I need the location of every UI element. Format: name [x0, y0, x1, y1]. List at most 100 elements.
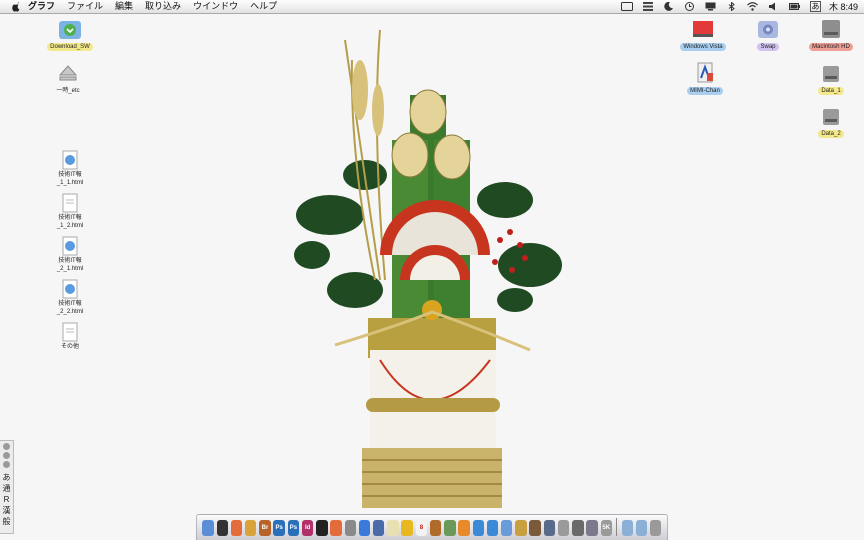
desktop-icon-label: Data_2 — [818, 130, 844, 138]
document-icon — [61, 193, 79, 213]
desktop-icon-download-sw[interactable]: Download_SW — [35, 16, 105, 51]
download-icon[interactable] — [486, 520, 499, 536]
photoshop-icon[interactable]: Ps — [273, 520, 285, 536]
desktop-icon-label: Data_1 — [818, 87, 844, 95]
download-folder-icon — [57, 16, 83, 42]
battery-icon[interactable] — [789, 2, 801, 11]
vlc-icon[interactable] — [458, 520, 470, 536]
moon-icon[interactable] — [663, 2, 675, 11]
input-mode-hiragana[interactable]: あ — [3, 472, 11, 483]
desktop-icon-data-2[interactable]: Data_2 — [796, 103, 864, 138]
apple-menu-icon[interactable] — [10, 1, 22, 12]
counter-icon[interactable]: 5K — [600, 520, 612, 536]
close-icon[interactable] — [3, 443, 10, 450]
safari-icon[interactable] — [245, 520, 257, 536]
folder-icon[interactable] — [621, 520, 633, 536]
input-palette: あ 通 R 漢 般 — [0, 440, 14, 534]
star-icon[interactable] — [401, 520, 413, 536]
display-icon[interactable] — [620, 2, 633, 11]
finder-icon[interactable] — [202, 520, 214, 536]
menu-bar: グラフ ファイル 編集 取り込み ウインドウ ヘルプ あ 木 8:49 — [0, 0, 864, 14]
screen-mirror-icon[interactable] — [705, 2, 717, 11]
desktop-icon-label: 一時_etc — [56, 88, 80, 94]
ical-icon[interactable] — [330, 520, 342, 536]
wifi-icon[interactable] — [747, 2, 759, 11]
document-icon — [61, 322, 79, 342]
input-mode-kanji[interactable]: 漢 — [3, 505, 11, 516]
dashboard-icon[interactable] — [216, 520, 229, 536]
input-mode-roman[interactable]: R — [4, 494, 10, 505]
desktop-icon-swap[interactable]: Swap — [733, 16, 803, 51]
desktop-icon-label: その他 — [60, 344, 79, 350]
calendar-icon[interactable]: 8 — [415, 520, 428, 536]
input-mode-conversion[interactable]: 通 — [3, 483, 11, 494]
menu-clock[interactable]: 木 8:49 — [829, 0, 858, 13]
desktop-icon-label: Swap — [757, 43, 779, 51]
address-book-icon[interactable] — [429, 520, 442, 536]
desktop-icon-label: Macintosh HD — [809, 43, 853, 51]
desktop-icon-label: 技術IT報 _1_2.html — [56, 215, 84, 229]
desktop-icon-macintosh-hd[interactable]: Macintosh HD — [796, 16, 864, 51]
menu-help[interactable]: ヘルプ — [250, 0, 277, 13]
preview-icon[interactable] — [515, 520, 527, 536]
menu-import[interactable]: 取り込み — [145, 0, 181, 13]
bridge-icon[interactable]: Br — [259, 520, 271, 536]
dock-separator — [616, 518, 618, 536]
documents-icon[interactable] — [635, 520, 648, 536]
notes-icon[interactable] — [387, 520, 399, 536]
external-drive-icon — [818, 60, 844, 86]
desktop-icon-mimi-chan[interactable]: MIMI-Chan — [670, 60, 740, 95]
desktop-icon-label: MIMI-Chan — [687, 87, 723, 95]
image-icon[interactable] — [444, 520, 456, 536]
input-mode-general[interactable]: 般 — [3, 516, 11, 527]
desktop-icon-windows-vista[interactable]: Windows Vista — [668, 16, 738, 51]
zoom-icon[interactable] — [3, 461, 10, 468]
external-drive-icon — [818, 103, 844, 129]
screenshot-icon[interactable] — [572, 520, 584, 536]
terminal-icon[interactable] — [316, 520, 328, 536]
desktop-icon-label: 技術IT報 _1_1.html — [56, 172, 84, 186]
network-icon[interactable] — [472, 520, 484, 536]
desktop-file-html-3[interactable]: 技術IT報 _2_1.html — [35, 236, 105, 273]
desktop-icon-label: Download_SW — [47, 43, 93, 51]
grid-status-icon[interactable] — [642, 2, 654, 11]
hard-drive-icon — [818, 16, 844, 42]
minimize-icon[interactable] — [3, 452, 10, 459]
itunes-icon[interactable] — [500, 520, 513, 536]
trash-icon[interactable] — [649, 520, 662, 536]
browser-icon[interactable] — [358, 520, 371, 536]
desktop-icon-data-1[interactable]: Data_1 — [796, 60, 864, 95]
monitor-icon[interactable] — [586, 520, 598, 536]
desktop-file-html-4[interactable]: 技術IT報 _2_2.html — [35, 279, 105, 316]
safari-document-icon — [61, 150, 79, 170]
volume-icon[interactable] — [768, 2, 780, 11]
desktop-icon-label: 技術IT報 _2_2.html — [56, 301, 84, 315]
mail-icon[interactable] — [373, 520, 385, 536]
photoshop2-icon[interactable]: Ps — [287, 520, 300, 536]
windows-drive-icon — [690, 16, 716, 42]
desktop-file-html-1[interactable]: 技術IT報 _1_1.html — [35, 150, 105, 187]
indesign-icon[interactable]: Id — [301, 520, 314, 536]
bluetooth-icon[interactable] — [726, 2, 738, 11]
desktop-icon-eject-etc[interactable]: 一時_etc — [33, 60, 103, 95]
desktop-file-other[interactable]: その他 — [35, 322, 105, 351]
menu-graph[interactable]: グラフ — [28, 0, 55, 13]
application-icon — [692, 60, 718, 86]
sketch-icon[interactable] — [230, 520, 243, 536]
chat-icon[interactable] — [344, 520, 357, 536]
input-method-icon[interactable]: あ — [809, 1, 821, 12]
desktop-icon-label: 技術IT報 _2_1.html — [56, 258, 84, 272]
utility-icon[interactable] — [557, 520, 570, 536]
status-menus: あ 木 8:49 — [612, 0, 858, 13]
dock: Br Ps Ps Id 8 5K — [196, 514, 668, 540]
menu-window[interactable]: ウインドウ — [193, 0, 238, 13]
menu-edit[interactable]: 編集 — [115, 0, 133, 13]
swap-gear-icon — [755, 16, 781, 42]
menu-file[interactable]: ファイル — [67, 0, 103, 13]
grid-icon[interactable] — [543, 520, 556, 536]
time-machine-icon[interactable] — [684, 2, 696, 11]
photo-icon[interactable] — [529, 520, 541, 536]
safari-document-icon — [61, 236, 79, 256]
safari-document-icon — [61, 279, 79, 299]
desktop-file-html-2[interactable]: 技術IT報 _1_2.html — [35, 193, 105, 230]
